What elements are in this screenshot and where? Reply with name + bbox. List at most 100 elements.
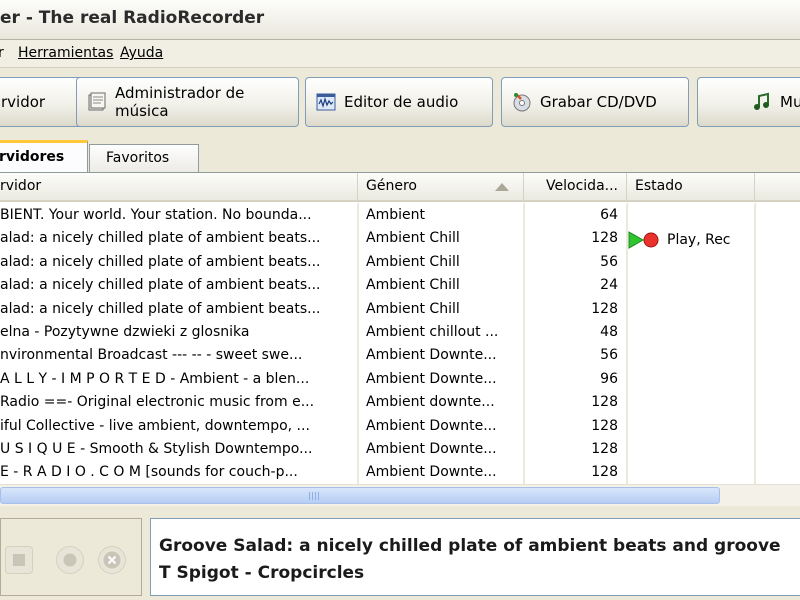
music-icon xyxy=(754,92,769,110)
cell-estado xyxy=(627,391,755,415)
mu-button[interactable]: Mu xyxy=(697,77,800,127)
cell-genero: Ambient chillout ... xyxy=(358,320,524,345)
column-header-servidor[interactable]: rvidor xyxy=(0,173,358,200)
editor-audio-button[interactable]: Editor de audio xyxy=(305,77,493,127)
column-header-velocidad[interactable]: Velocida... xyxy=(524,173,627,200)
menu-item-ayuda[interactable]: Ayuda xyxy=(120,45,163,61)
stop-icon xyxy=(13,554,25,566)
estado-text: Play, Rec xyxy=(667,232,731,249)
cell-velocidad: 24 xyxy=(524,274,627,298)
table-row[interactable]: alad: a nicely chilled plate of ambient … xyxy=(0,250,800,275)
table-row[interactable]: alad: a nicely chilled plate of ambient … xyxy=(0,274,800,298)
cell-velocidad: 128 xyxy=(524,437,627,462)
table-row[interactable]: iful Collective - live ambient, downtemp… xyxy=(0,414,800,438)
cell-servidor: alad: a nicely chilled plate of ambient … xyxy=(0,297,358,321)
cell-velocidad: 48 xyxy=(524,320,627,345)
tab-servidores[interactable]: rvidores xyxy=(0,140,88,172)
toolbar: rvidor Administrador de música Editor de… xyxy=(0,68,800,136)
table-row[interactable]: alad: a nicely chilled plate of ambient … xyxy=(0,227,800,251)
cell-genero: Ambient Chill xyxy=(358,274,524,298)
admin-label-line2: música xyxy=(115,102,169,120)
grabar-cd-dvd-button[interactable]: Grabar CD/DVD xyxy=(501,77,689,127)
cell-servidor: iful Collective - live ambient, downtemp… xyxy=(0,414,358,438)
cell-velocidad: 56 xyxy=(524,344,627,368)
horizontal-scrollbar[interactable] xyxy=(0,484,800,506)
music-manager-icon xyxy=(88,92,106,111)
list-rows: BIENT. Your world. Your station. No boun… xyxy=(0,204,800,484)
menu-item-herramientas[interactable]: Herramientas xyxy=(18,45,113,61)
table-row[interactable]: U S I Q U E - Smooth & Stylish Downtempo… xyxy=(0,437,800,462)
cell-velocidad: 96 xyxy=(524,367,627,392)
cell-velocidad: 128 xyxy=(524,297,627,321)
now-playing-station: Groove Salad: a nicely chilled plate of … xyxy=(159,536,781,556)
record-icon xyxy=(643,232,659,248)
burn-cd-icon xyxy=(513,93,531,112)
cell-velocidad: 128 xyxy=(524,391,627,415)
table-row[interactable]: BIENT. Your world. Your station. No boun… xyxy=(0,204,800,228)
player-panel: Groove Salad: a nicely chilled plate of … xyxy=(0,512,800,600)
cell-estado xyxy=(627,297,755,321)
cell-genero: Ambient Downte... xyxy=(358,367,524,392)
menu-item-r[interactable]: r xyxy=(0,45,4,61)
cell-servidor: Radio ==- Original electronic music from… xyxy=(0,391,358,415)
column-header-genero[interactable]: Género xyxy=(358,173,524,200)
tab-servidores-label: rvidores xyxy=(0,149,65,165)
cell-velocidad: 128 xyxy=(524,414,627,438)
record-circle-icon xyxy=(63,553,77,567)
cell-estado xyxy=(627,320,755,345)
menu-label: Herramientas xyxy=(18,45,114,61)
administrador-musica-button[interactable]: Administrador de música xyxy=(76,77,299,127)
column-header-empty xyxy=(755,173,800,200)
sort-ascending-icon xyxy=(495,183,509,191)
cell-estado xyxy=(627,461,755,484)
table-row[interactable]: Radio ==- Original electronic music from… xyxy=(0,391,800,415)
column-header-estado[interactable]: Estado xyxy=(627,173,755,200)
cell-genero: Ambient xyxy=(358,204,524,228)
cell-estado: Play, Rec xyxy=(627,227,755,251)
cell-genero: Ambient Downte... xyxy=(358,437,524,462)
editor-audio-label: Editor de audio xyxy=(344,93,459,111)
cell-genero: Ambient downte... xyxy=(358,391,524,415)
play-icon xyxy=(628,231,645,250)
menu-label: Ayuda xyxy=(120,45,164,61)
audio-editor-icon xyxy=(316,93,336,111)
tab-favoritos[interactable]: Favoritos xyxy=(89,144,199,172)
record-button[interactable] xyxy=(56,546,84,574)
tab-favoritos-label: Favoritos xyxy=(106,150,170,166)
scroll-grip-icon xyxy=(309,492,319,500)
cell-velocidad: 56 xyxy=(524,250,627,275)
cancel-button[interactable] xyxy=(98,546,126,574)
table-row[interactable]: nvironmental Broadcast --- -- - sweet sw… xyxy=(0,344,800,368)
cell-genero: Ambient Downte... xyxy=(358,414,524,438)
servidor-button-label: rvidor xyxy=(1,93,46,111)
cell-servidor: alad: a nicely chilled plate of ambient … xyxy=(0,250,358,275)
scrollbar-thumb[interactable] xyxy=(0,487,720,504)
cell-servidor: U S I Q U E - Smooth & Stylish Downtempo… xyxy=(0,437,358,462)
station-list[interactable]: rvidor Género Velocida... Estado BIENT. … xyxy=(0,172,800,484)
table-row[interactable]: E - R A D I O . C O M [sounds for couch-… xyxy=(0,461,800,484)
cell-velocidad: 64 xyxy=(524,204,627,228)
cell-estado xyxy=(627,250,755,275)
stop-button[interactable] xyxy=(5,546,33,574)
menu-label: r xyxy=(0,45,4,61)
now-playing-track: T Spigot - Cropcircles xyxy=(159,563,365,583)
column-header-label: Género xyxy=(366,178,417,194)
status-icons xyxy=(628,231,659,250)
tab-strip: rvidores Favoritos xyxy=(0,140,800,172)
cell-servidor: nvironmental Broadcast --- -- - sweet sw… xyxy=(0,344,358,368)
table-row[interactable]: elna - Pozytywne dzwieki z glosnika Ambi… xyxy=(0,320,800,345)
cell-genero: Ambient Downte... xyxy=(358,461,524,484)
cell-genero: Ambient Downte... xyxy=(358,344,524,368)
mu-label: Mu xyxy=(780,93,800,111)
cell-estado xyxy=(627,437,755,462)
cell-estado xyxy=(627,204,755,228)
cell-servidor: A L L Y - I M P O R T E D - Ambient - a … xyxy=(0,367,358,392)
title-bar: er - The real RadioRecorder xyxy=(0,0,800,40)
table-row[interactable]: alad: a nicely chilled plate of ambient … xyxy=(0,297,800,321)
window-title: er - The real RadioRecorder xyxy=(0,8,265,28)
column-header-label: rvidor xyxy=(0,178,42,194)
table-row[interactable]: A L L Y - I M P O R T E D - Ambient - a … xyxy=(0,367,800,392)
column-header-label: Estado xyxy=(635,178,683,194)
cell-servidor: alad: a nicely chilled plate of ambient … xyxy=(0,274,358,298)
list-header: rvidor Género Velocida... Estado xyxy=(0,173,800,202)
